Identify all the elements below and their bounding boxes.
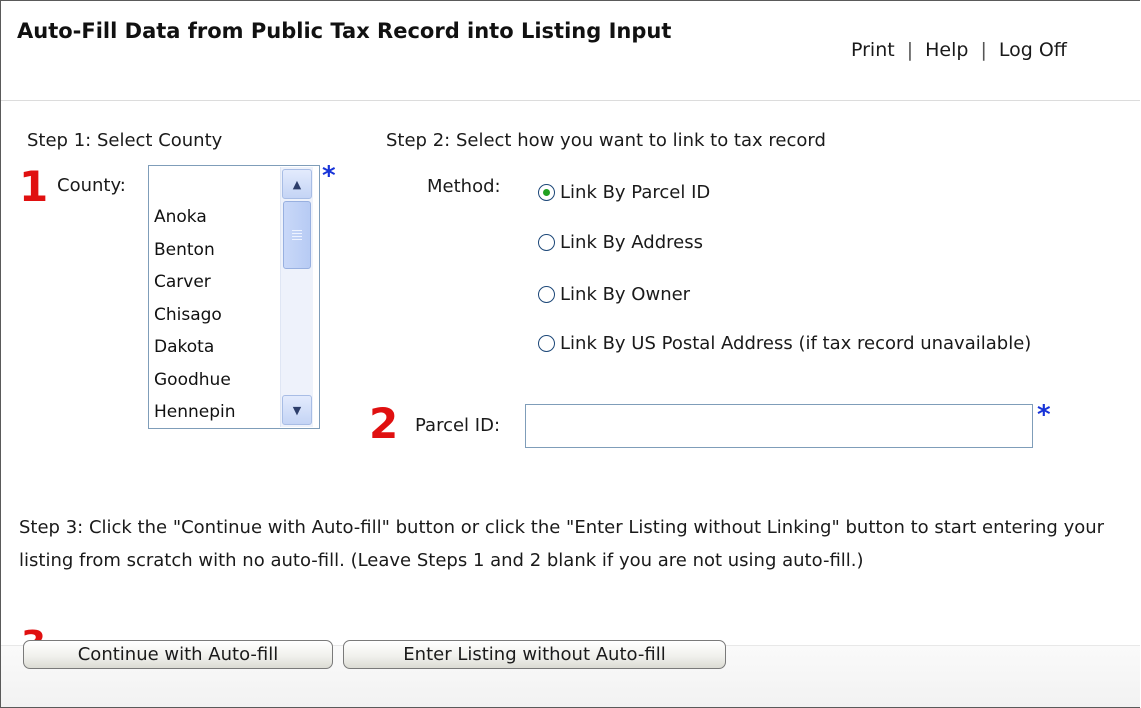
radio-link-by-parcel-id[interactable]: Link By Parcel ID [538, 182, 710, 203]
county-options: Anoka Benton Carver Chisago Dakota Goodh… [154, 201, 236, 429]
county-option[interactable]: Carver [154, 266, 236, 299]
radio-link-by-address[interactable]: Link By Address [538, 232, 703, 253]
county-option[interactable]: Benton [154, 234, 236, 267]
radio-label: Link By Parcel ID [560, 182, 711, 203]
listbox-scrollbar[interactable]: ▲ ▼ [280, 167, 313, 427]
page-title: Auto-Fill Data from Public Tax Record in… [17, 19, 672, 43]
method-label: Method: [427, 176, 501, 197]
link-separator: | [980, 39, 987, 61]
radio-button[interactable] [538, 335, 555, 352]
radio-button-checked[interactable] [538, 184, 555, 201]
parcel-id-label: Parcel ID: [415, 415, 501, 436]
radio-label: Link By Owner [560, 284, 691, 305]
radio-link-by-owner[interactable]: Link By Owner [538, 284, 690, 305]
header-divider [1, 100, 1140, 101]
radio-button[interactable] [538, 234, 555, 251]
county-option[interactable]: Hennepin [154, 396, 236, 429]
scroll-up-arrow-icon[interactable]: ▲ [282, 169, 312, 199]
county-option[interactable]: Goodhue [154, 364, 236, 397]
help-link[interactable]: Help [925, 39, 968, 61]
print-link[interactable]: Print [851, 39, 895, 61]
county-label: County: [57, 175, 126, 196]
enter-listing-without-auto-fill-button[interactable]: Enter Listing without Auto-fill [343, 640, 726, 669]
county-option[interactable]: Dakota [154, 331, 236, 364]
step2-heading: Step 2: Select how you want to link to t… [386, 130, 826, 151]
county-listbox[interactable]: Anoka Benton Carver Chisago Dakota Goodh… [148, 165, 320, 429]
scroll-down-arrow-icon[interactable]: ▼ [282, 395, 312, 425]
page-frame: Auto-Fill Data from Public Tax Record in… [0, 0, 1140, 708]
link-separator: | [906, 39, 914, 61]
county-option[interactable]: Anoka [154, 201, 236, 234]
continue-with-auto-fill-button[interactable]: Continue with Auto-fill [23, 640, 333, 669]
scroll-thumb[interactable] [283, 201, 311, 269]
step1-heading: Step 1: Select County [27, 130, 223, 151]
step-marker-2: 2 [369, 399, 399, 448]
step-marker-1: 1 [19, 162, 49, 211]
step3-instructions: Step 3: Click the "Continue with Auto-fi… [19, 517, 1105, 571]
county-option[interactable]: Chisago [154, 299, 236, 332]
county-required-mark: * [322, 161, 336, 191]
radio-label: Link By US Postal Address (if tax record… [560, 333, 1032, 354]
header: Auto-Fill Data from Public Tax Record in… [1, 1, 1140, 101]
parcel-required-mark: * [1037, 400, 1051, 430]
log-off-link[interactable]: Log Off [999, 39, 1067, 61]
radio-label: Link By Address [560, 232, 703, 253]
parcel-id-input[interactable] [525, 404, 1033, 448]
top-links: Print | Help | Log Off [851, 39, 1067, 61]
radio-link-by-us-postal-address[interactable]: Link By US Postal Address (if tax record… [538, 333, 1031, 354]
radio-button[interactable] [538, 286, 555, 303]
